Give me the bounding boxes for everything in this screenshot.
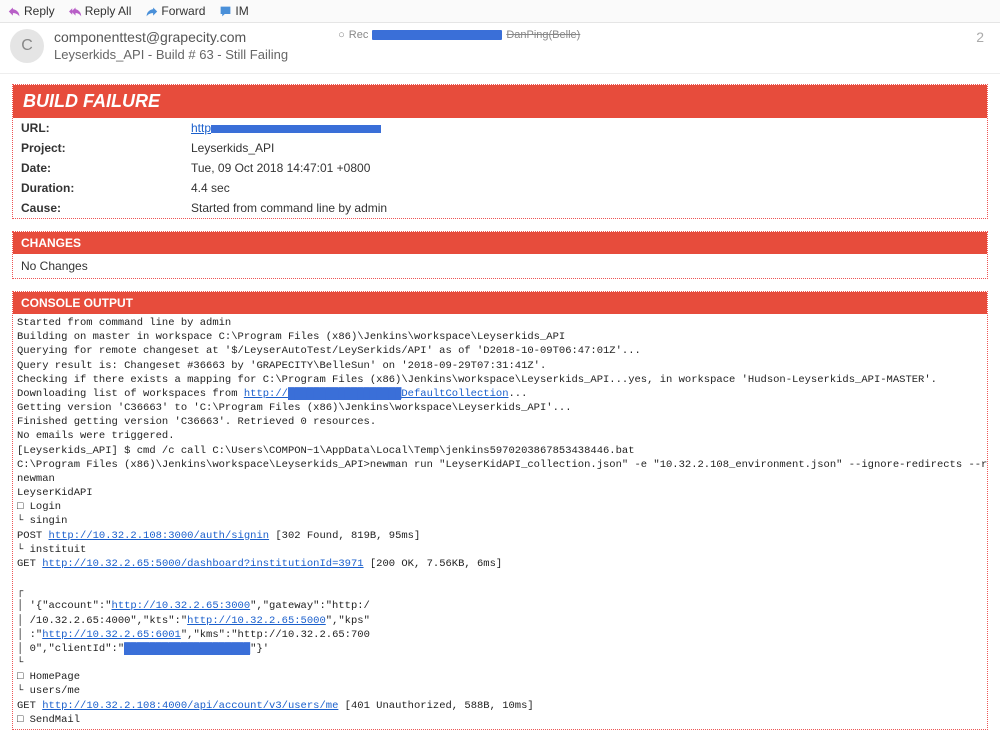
changes-title: CHANGES — [13, 232, 987, 254]
console-title: CONSOLE OUTPUT — [13, 292, 987, 314]
project-label: Project: — [13, 138, 183, 158]
dashboard-link[interactable]: http://10.32.2.65:5000/dashboard?institu… — [42, 558, 363, 570]
forward-button[interactable]: Forward — [145, 4, 205, 18]
forward-label: Forward — [161, 4, 205, 18]
reply-button[interactable]: Reply — [8, 4, 55, 18]
header-info: componenttest@grapecity.com Leyserkids_A… — [54, 29, 288, 62]
table-row: URL: http — [13, 118, 987, 138]
kts-link[interactable]: http://10.32.2.65:5000 — [187, 615, 326, 627]
console-output: Started from command line by admin Build… — [13, 314, 987, 729]
email-subject: Leyserkids_API - Build # 63 - Still Fail… — [54, 47, 288, 62]
email-header: C componenttest@grapecity.com Leyserkids… — [0, 23, 1000, 74]
build-info-table: URL: http Project: Leyserkids_API Date: … — [13, 118, 987, 218]
build-failure-title: BUILD FAILURE — [13, 85, 987, 118]
changes-section: CHANGES No Changes — [12, 231, 988, 279]
date-label: Date: — [13, 158, 183, 178]
reply-all-button[interactable]: Reply All — [69, 4, 132, 18]
im-icon — [219, 5, 232, 18]
page-count: 2 — [976, 29, 990, 45]
cause-value: Started from command line by admin — [183, 198, 987, 218]
im-button[interactable]: IM — [219, 4, 248, 18]
from-address: componenttest@grapecity.com — [54, 29, 288, 45]
build-url-link[interactable]: http — [191, 121, 381, 135]
table-row: Cause: Started from command line by admi… — [13, 198, 987, 218]
project-value: Leyserkids_API — [183, 138, 987, 158]
recipient-redacted — [372, 30, 502, 40]
changes-body: No Changes — [13, 254, 987, 278]
im-label: IM — [235, 4, 248, 18]
cause-label: Cause: — [13, 198, 183, 218]
console-section: CONSOLE OUTPUT Started from command line… — [12, 291, 988, 730]
duration-label: Duration: — [13, 178, 183, 198]
reply-label: Reply — [24, 4, 55, 18]
email-toolbar: Reply Reply All Forward IM — [0, 0, 1000, 23]
table-row: Date: Tue, 09 Oct 2018 14:47:01 +0800 — [13, 158, 987, 178]
table-row: Duration: 4.4 sec — [13, 178, 987, 198]
forward-icon — [145, 5, 158, 18]
recipients: ○ Rec DanPing(Belle) — [338, 29, 580, 41]
url-label: URL: — [13, 118, 183, 138]
signin-link[interactable]: http://10.32.2.108:3000/auth/signin — [49, 530, 270, 542]
table-row: Project: Leyserkids_API — [13, 138, 987, 158]
reply-all-icon — [69, 5, 82, 18]
date-value: Tue, 09 Oct 2018 14:47:01 +0800 — [183, 158, 987, 178]
recipient-suffix: DanPing(Belle) — [506, 29, 580, 41]
build-failure-section: BUILD FAILURE URL: http Project: Leyserk… — [12, 84, 988, 219]
users-me-link[interactable]: http://10.32.2.108:4000/api/account/v3/u… — [42, 700, 338, 712]
kps-link[interactable]: http://10.32.2.65:6001 — [42, 629, 181, 641]
workspace-link[interactable]: http://██████████████████DefaultCollecti… — [244, 388, 509, 400]
account-link[interactable]: http://10.32.2.65:3000 — [112, 600, 251, 612]
avatar: C — [10, 29, 44, 63]
duration-value: 4.4 sec — [183, 178, 987, 198]
reply-icon — [8, 5, 21, 18]
reply-all-label: Reply All — [85, 4, 132, 18]
